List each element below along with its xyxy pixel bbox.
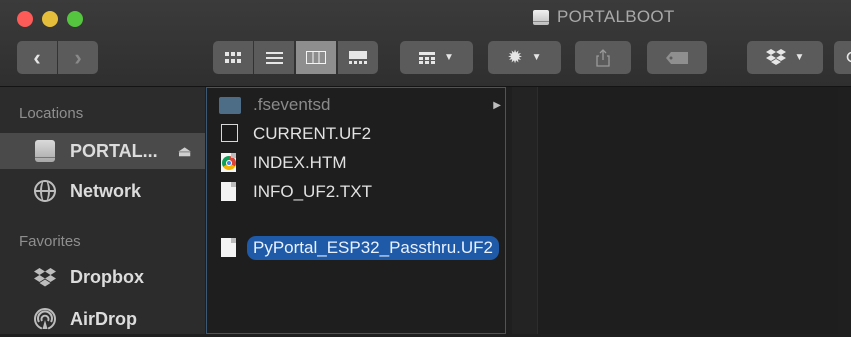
uf2-file-icon: [221, 124, 239, 144]
network-globe-icon: [33, 179, 57, 203]
sidebar-item-label: Network: [70, 181, 141, 202]
drive-icon: [533, 8, 549, 26]
action-menu-button[interactable]: ✹ ▼: [488, 41, 561, 74]
airdrop-icon: [33, 307, 57, 331]
share-icon: [596, 49, 610, 67]
list-item-pyportal-passthru[interactable]: PyPortal_ESP32_Passthru.UF2: [207, 234, 505, 262]
chevron-down-icon: ▼: [444, 52, 454, 63]
forward-button[interactable]: ›: [58, 41, 98, 74]
close-window-button[interactable]: [17, 11, 33, 27]
tag-icon: [666, 52, 688, 64]
sidebar-item-label: PORTAL...: [70, 141, 158, 162]
file-name-selected: PyPortal_ESP32_Passthru.UF2: [247, 236, 499, 260]
dropbox-icon: [33, 265, 57, 289]
sidebar-item-label: Dropbox: [70, 267, 144, 288]
dropbox-icon: [766, 49, 786, 66]
search-icon: [846, 51, 851, 65]
gallery-view-icon: [349, 51, 367, 64]
minimize-window-button[interactable]: [42, 11, 58, 27]
folder-icon: [219, 97, 241, 114]
file-name: INFO_UF2.TXT: [253, 182, 372, 202]
list-item-current-uf2[interactable]: CURRENT.UF2: [207, 120, 505, 148]
chevron-down-icon: ▼: [795, 52, 805, 63]
sidebar-item-portalboot[interactable]: PORTAL... ⏏: [0, 133, 205, 169]
gallery-view-button[interactable]: [338, 41, 378, 74]
dropbox-button[interactable]: ▼: [747, 41, 823, 74]
chevron-right-icon: ›: [74, 47, 81, 69]
zoom-window-button[interactable]: [67, 11, 83, 27]
list-item-index-htm[interactable]: INDEX.HTM: [207, 149, 505, 177]
sidebar: Locations PORTAL... ⏏ Network Favorites …: [0, 87, 205, 334]
window-title: PORTALBOOT: [557, 7, 675, 27]
column-view-button[interactable]: [296, 41, 336, 74]
sidebar-section-favorites: Favorites: [19, 233, 81, 250]
sidebar-item-network[interactable]: Network: [0, 173, 205, 209]
search-field[interactable]: [834, 41, 851, 74]
sidebar-section-locations: Locations: [19, 105, 83, 122]
list-view-button[interactable]: [254, 41, 294, 74]
window-titlebar: PORTALBOOT ‹ › ▼ ✹ ▼ ▼: [0, 0, 851, 87]
icon-view-button[interactable]: [213, 41, 253, 74]
chrome-html-icon: [221, 153, 239, 173]
share-button[interactable]: [575, 41, 631, 74]
sidebar-item-dropbox[interactable]: Dropbox: [0, 259, 205, 295]
chevron-left-icon: ‹: [33, 47, 40, 69]
file-name: .fseventsd: [253, 95, 331, 115]
file-name: CURRENT.UF2: [253, 124, 371, 144]
drive-icon: [33, 139, 57, 163]
file-name: INDEX.HTM: [253, 153, 347, 173]
sidebar-item-airdrop[interactable]: AirDrop: [0, 301, 205, 337]
gear-icon: ✹: [508, 47, 523, 68]
window-title-area: PORTALBOOT: [533, 6, 675, 28]
text-file-icon: [221, 182, 239, 202]
icon-view-icon: [225, 52, 241, 64]
eject-icon[interactable]: ⏏: [178, 143, 191, 160]
document-icon: [221, 238, 239, 258]
file-column: .fseventsd ▶ CURRENT.UF2 INDEX.HTM INFO_…: [206, 87, 506, 334]
list-item-fseventsd[interactable]: .fseventsd ▶: [207, 91, 505, 119]
group-by-button[interactable]: ▼: [400, 41, 473, 74]
column-divider[interactable]: [512, 87, 537, 334]
back-button[interactable]: ‹: [17, 41, 57, 74]
tags-button[interactable]: [647, 41, 707, 74]
list-view-icon: [266, 52, 283, 64]
chevron-down-icon: ▼: [532, 52, 542, 63]
preview-column: [537, 87, 838, 334]
grid-icon: [419, 52, 435, 64]
list-item-info-uf2[interactable]: INFO_UF2.TXT: [207, 178, 505, 206]
sidebar-item-label: AirDrop: [70, 309, 137, 330]
column-view-icon: [306, 51, 326, 64]
disclosure-arrow-icon: ▶: [493, 100, 501, 111]
